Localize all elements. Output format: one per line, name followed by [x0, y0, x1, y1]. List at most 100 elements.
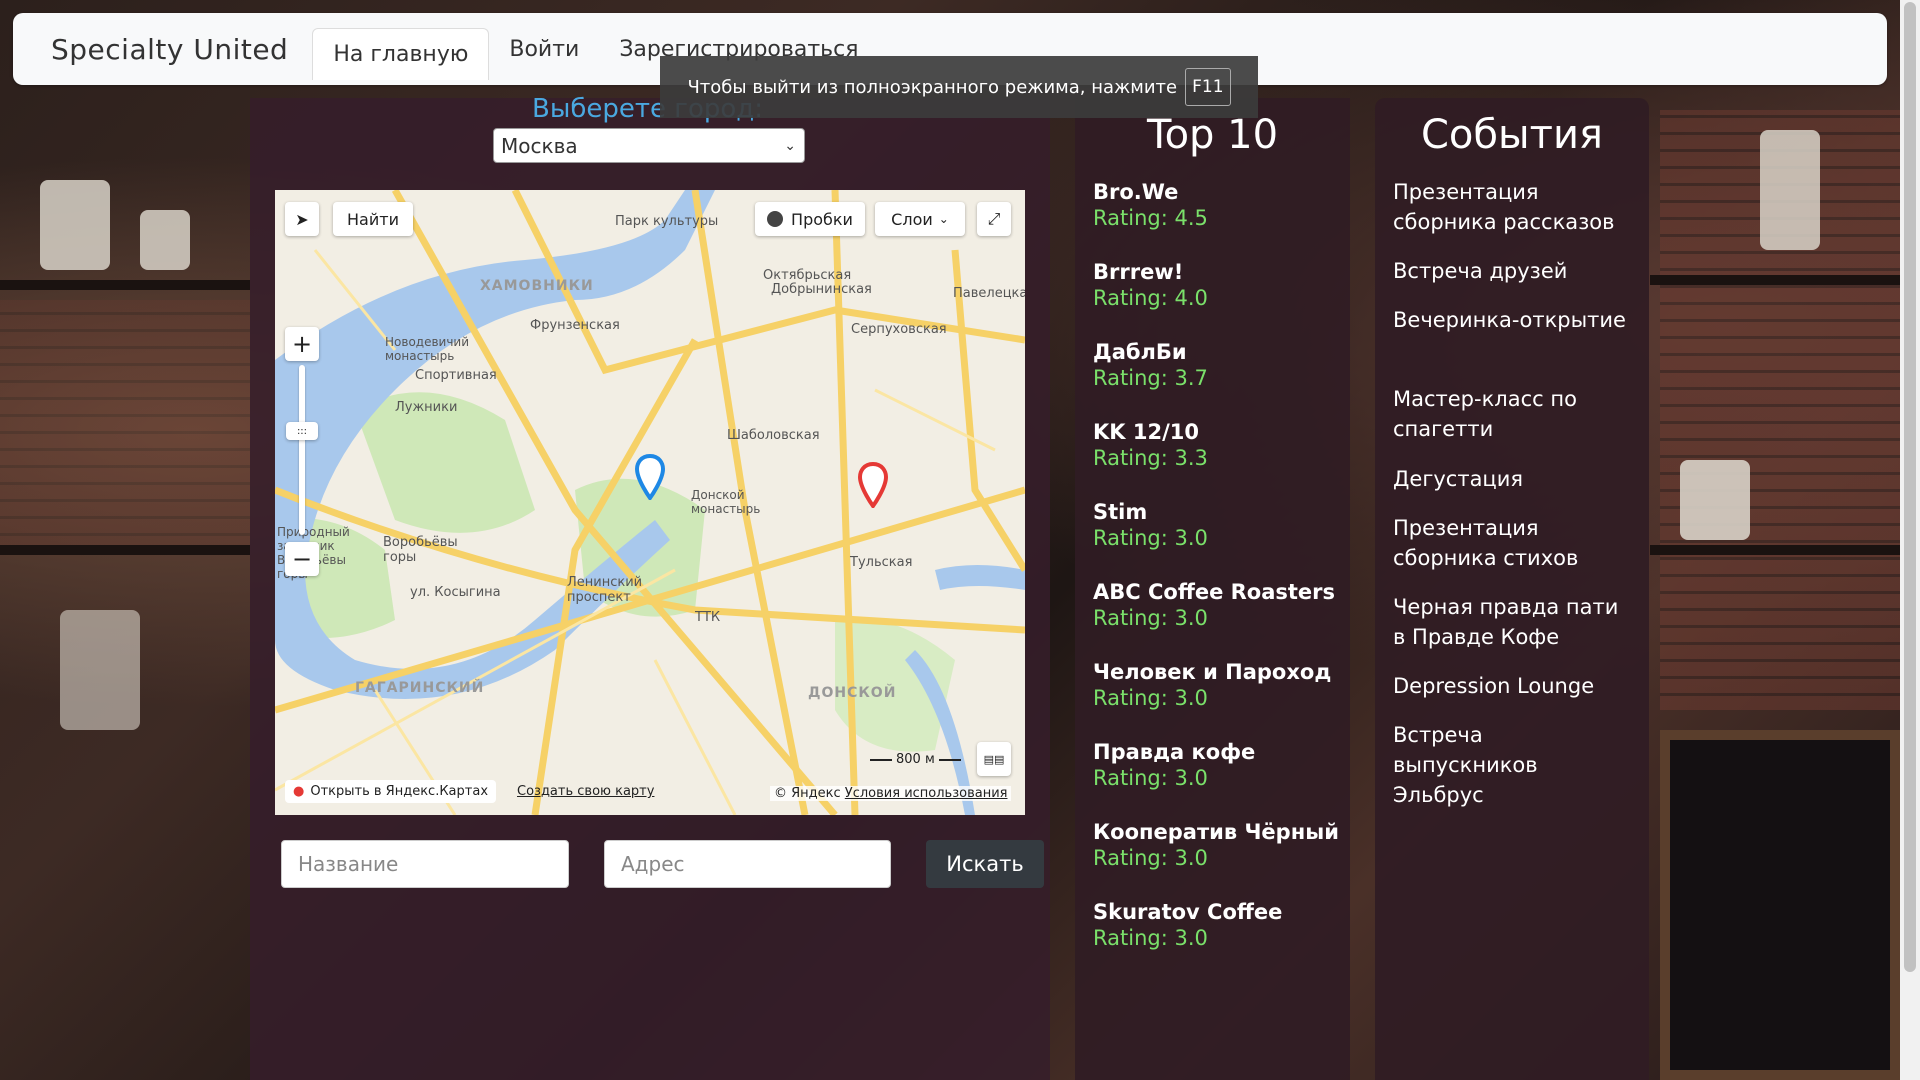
cafe-rating: Rating: 4.0: [1093, 286, 1208, 310]
cafe-name[interactable]: Кооператив Чёрный: [1093, 820, 1339, 844]
map-label: ХАМОВНИКИ: [480, 278, 594, 294]
create-map-link[interactable]: Создать свою карту: [517, 784, 654, 799]
map-label: Серпуховская: [851, 322, 947, 337]
map-label: Тульская: [850, 555, 913, 570]
scale-bar-right: [938, 758, 961, 761]
map-canvas: [275, 190, 1025, 815]
open-in-yandex-label: Открыть в Яндекс.Картах: [310, 784, 489, 799]
brand-logo[interactable]: Specialty United: [51, 33, 288, 66]
map-label: Добрынинская: [771, 282, 872, 297]
top-item[interactable]: Человек и Пароход Rating: 3.0: [1093, 660, 1331, 710]
event-item[interactable]: Встреча выпускников Эльбрус: [1393, 720, 1633, 810]
event-item[interactable]: Мастер-класс по спагетти: [1393, 384, 1633, 444]
map-label: ул. Косыгина: [410, 585, 501, 600]
nav-login-link[interactable]: Войти: [489, 23, 599, 75]
map-label: Спортивная: [415, 368, 497, 383]
geolocation-button[interactable]: ➤: [285, 202, 319, 236]
zoom-slider[interactable]: [299, 365, 305, 535]
map-label: Донской монастырь: [691, 488, 761, 516]
top-item[interactable]: Правда кофе Rating: 3.0: [1093, 740, 1255, 790]
map-label: Воробьёвы горы: [383, 535, 458, 565]
nav-home-link[interactable]: На главную: [312, 28, 490, 80]
expand-icon: ⤢: [987, 209, 1001, 228]
top-item[interactable]: Stim Rating: 3.0: [1093, 500, 1208, 550]
events-title: События: [1420, 112, 1603, 158]
ruler-button[interactable]: ▤▤: [977, 742, 1011, 776]
cafe-name[interactable]: Stim: [1093, 500, 1208, 524]
cafe-rating: Rating: 4.5: [1093, 206, 1208, 230]
top-item[interactable]: Skuratov Coffee Rating: 3.0: [1093, 900, 1282, 950]
f11-key-badge: F11: [1185, 68, 1231, 106]
traffic-button[interactable]: Пробки: [755, 202, 865, 236]
fullscreen-notice: Чтобы выйти из полноэкранного режима, на…: [660, 56, 1258, 118]
map-label: Новодевичий монастырь: [385, 335, 470, 363]
map-copyright: © Яндекс Условия использования: [770, 786, 1012, 801]
map-label: Ленинский проспект: [567, 575, 643, 605]
page-scrollbar[interactable]: [1900, 0, 1920, 1080]
cafe-name[interactable]: Bro.We: [1093, 180, 1208, 204]
fullscreen-button[interactable]: ⤢: [977, 202, 1011, 236]
cafe-rating: Rating: 3.0: [1093, 686, 1208, 710]
map-label: Шаболовская: [727, 428, 820, 443]
event-item[interactable]: Презентация сборника стихов: [1393, 513, 1633, 573]
cafe-name[interactable]: Skuratov Coffee: [1093, 900, 1282, 924]
event-item[interactable]: Презентация сборника рассказов: [1393, 177, 1633, 237]
scrollbar-thumb[interactable]: [1904, 2, 1916, 972]
cafe-rating: Rating: 3.7: [1093, 366, 1208, 390]
cafe-name[interactable]: Brrrew!: [1093, 260, 1208, 284]
city-select-value: Москва: [501, 133, 578, 158]
chevron-down-icon: ⌄: [938, 212, 949, 226]
top-item[interactable]: Кооператив Чёрный Rating: 3.0: [1093, 820, 1339, 870]
map-label: Лужники: [395, 400, 458, 415]
city-select[interactable]: Москва ⌄: [493, 128, 805, 163]
map-label: Павелецкая: [953, 286, 1025, 301]
copyright-label: © Яндекс: [774, 786, 841, 801]
terms-link[interactable]: Условия использования: [845, 786, 1008, 801]
map-pin-icon: ●: [293, 784, 305, 799]
map-find-button[interactable]: Найти: [333, 202, 413, 236]
event-item[interactable]: Встреча друзей: [1393, 256, 1633, 286]
traffic-label: Пробки: [791, 209, 853, 229]
top-item[interactable]: Bro.We Rating: 4.5: [1093, 180, 1208, 230]
cafe-rating: Rating: 3.0: [1093, 766, 1208, 790]
map-label: Фрунзенская: [530, 318, 620, 333]
cafe-name[interactable]: Правда кофе: [1093, 740, 1255, 764]
event-item[interactable]: Вечеринка-открытие: [1393, 305, 1633, 335]
cafe-rating: Rating: 3.0: [1093, 606, 1208, 630]
zoom-out-button[interactable]: −: [285, 542, 319, 576]
top-item[interactable]: KK 12/10 Rating: 3.3: [1093, 420, 1208, 470]
name-search-input[interactable]: Название: [281, 840, 569, 888]
chevron-down-icon: ⌄: [784, 137, 796, 154]
top-item[interactable]: ДаблБи Rating: 3.7: [1093, 340, 1208, 390]
cafe-name[interactable]: Человек и Пароход: [1093, 660, 1331, 684]
event-item[interactable]: Черная правда пати в Правде Кофе: [1393, 592, 1633, 652]
map-scale-label: 800 м: [896, 752, 935, 767]
layers-button[interactable]: Слои ⌄: [875, 202, 965, 236]
yandex-map[interactable]: Парк культуры ХАМОВНИКИ Фрунзенская Ново…: [275, 190, 1025, 815]
scale-bar-left: [870, 758, 892, 761]
top-item[interactable]: ABC Coffee Roasters Rating: 3.0: [1093, 580, 1335, 630]
map-label: Октябрьская: [763, 268, 852, 283]
event-item[interactable]: Дегустация: [1393, 464, 1633, 494]
top-item[interactable]: Brrrew! Rating: 4.0: [1093, 260, 1208, 310]
map-label: ГАГАРИНСКИЙ: [355, 680, 485, 696]
event-item[interactable]: Depression Lounge: [1393, 671, 1633, 701]
cafe-name[interactable]: KK 12/10: [1093, 420, 1208, 444]
zoom-in-button[interactable]: +: [285, 327, 319, 361]
search-button[interactable]: Искать: [926, 840, 1044, 888]
traffic-light-icon: [767, 211, 784, 227]
map-label: ДОНСКОЙ: [808, 685, 897, 701]
navigation-arrow-icon: ➤: [295, 209, 309, 229]
cafe-rating: Rating: 3.3: [1093, 446, 1208, 470]
cafe-name[interactable]: ДаблБи: [1093, 340, 1208, 364]
zoom-slider-handle[interactable]: :::: [286, 422, 318, 440]
map-label: ТТК: [695, 610, 721, 625]
cafe-name[interactable]: ABC Coffee Roasters: [1093, 580, 1335, 604]
map-scale: 800 м: [870, 752, 961, 767]
open-in-yandex-link[interactable]: ● Открыть в Яндекс.Картах: [285, 780, 497, 803]
map-marker-blue-icon[interactable]: [635, 454, 665, 500]
address-search-input[interactable]: Адрес: [604, 840, 891, 888]
cafe-rating: Rating: 3.0: [1093, 526, 1208, 550]
map-marker-red-icon[interactable]: [858, 462, 888, 508]
cafe-rating: Rating: 3.0: [1093, 846, 1208, 870]
